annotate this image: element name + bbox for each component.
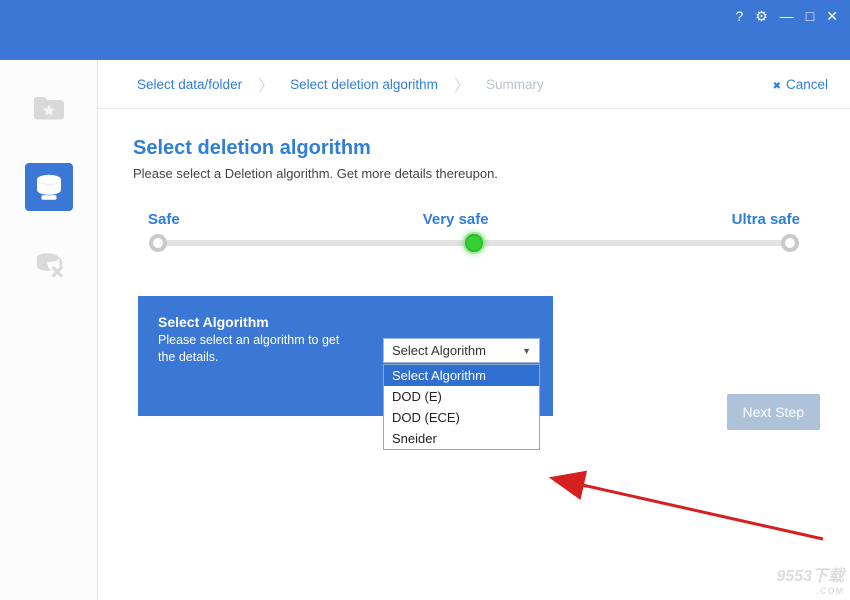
page-subtitle: Please select a Deletion algorithm. Get … — [133, 166, 815, 181]
select-option[interactable]: Sneider — [384, 428, 539, 449]
help-icon[interactable]: ? — [735, 8, 743, 25]
chevron-right-icon: 〉 — [452, 72, 472, 96]
sidebar-item-drive[interactable] — [25, 163, 73, 211]
select-dropdown: Select Algorithm DOD (E) DOD (ECE) Sneid… — [383, 364, 540, 450]
page-title: Select deletion algorithm — [133, 137, 815, 160]
close-icon[interactable]: ✕ — [826, 8, 838, 25]
breadcrumb: Select data/folder 〉 Select deletion alg… — [98, 60, 850, 109]
folder-star-icon — [31, 91, 67, 127]
breadcrumb-step-3: Summary — [472, 73, 558, 96]
sidebar-item-drive-remove[interactable] — [25, 241, 73, 289]
sidebar — [0, 60, 97, 600]
select-option[interactable]: Select Algorithm — [384, 365, 539, 386]
algorithm-select[interactable]: Select Algorithm ▼ Select Algorithm DOD … — [383, 338, 540, 450]
slider-label-very-safe: Very safe — [423, 211, 489, 228]
algorithm-panel: Select Algorithm Please select an algori… — [138, 296, 553, 416]
slider-handle[interactable] — [463, 232, 485, 254]
slider-label-safe: Safe — [148, 211, 180, 228]
safety-slider[interactable]: Safe Very safe Ultra safe — [148, 211, 800, 246]
breadcrumb-step-1[interactable]: Select data/folder — [123, 73, 256, 96]
chevron-right-icon: 〉 — [256, 72, 276, 96]
select-option[interactable]: DOD (E) — [384, 386, 539, 407]
select-current[interactable]: Select Algorithm ▼ — [383, 338, 540, 363]
select-current-label: Select Algorithm — [392, 343, 486, 358]
next-step-button[interactable]: Next Step — [727, 394, 820, 430]
drive-icon — [31, 169, 67, 205]
sidebar-item-folder[interactable] — [25, 85, 73, 133]
panel-heading: Select Algorithm — [158, 314, 533, 330]
panel-subtext: Please select an algorithm to get the de… — [158, 332, 358, 366]
breadcrumb-step-2[interactable]: Select deletion algorithm — [276, 73, 452, 96]
maximize-icon[interactable]: □ — [806, 8, 814, 25]
annotation-arrow-icon — [528, 444, 838, 554]
chevron-down-icon: ▼ — [522, 346, 531, 356]
slider-label-ultra-safe: Ultra safe — [732, 211, 800, 228]
drive-remove-icon — [31, 247, 67, 283]
title-bar: ? ⚙ — □ ✕ — [0, 0, 850, 60]
minimize-icon[interactable]: — — [780, 8, 794, 25]
select-option[interactable]: DOD (ECE) — [384, 407, 539, 428]
gear-icon[interactable]: ⚙ — [755, 8, 768, 25]
cancel-button[interactable]: Cancel — [773, 77, 828, 92]
slider-stop-ultra[interactable] — [781, 234, 799, 252]
slider-stop-safe[interactable] — [149, 234, 167, 252]
watermark: 9553下载.COM — [776, 562, 844, 596]
